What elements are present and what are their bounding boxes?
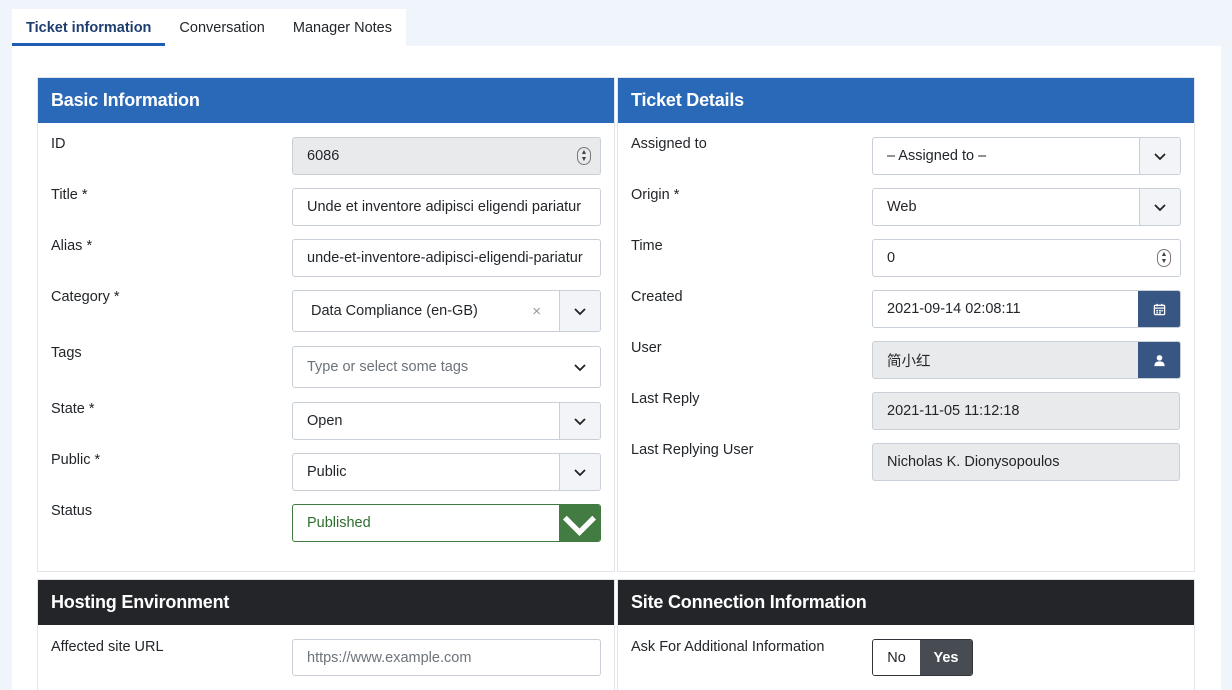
user-label: User: [631, 340, 662, 356]
tab-ticket-information[interactable]: Ticket information: [12, 9, 166, 46]
chevron-down-icon[interactable]: [559, 403, 600, 439]
id-field[interactable]: 6086 ▲ ▼: [292, 137, 601, 175]
site-connection-card: Site Connection Information Ask For Addi…: [617, 579, 1195, 690]
basic-information-header: Basic Information: [38, 78, 614, 123]
state-select[interactable]: Open: [292, 402, 601, 440]
category-label: Category *: [51, 289, 120, 305]
last-replying-user-value: Nicholas K. Dionysopoulos: [887, 454, 1060, 470]
site-url-placeholder: https://www.example.com: [307, 649, 472, 666]
tab-content: Basic Information ID 6086 ▲ ▼ Title * Und…: [12, 46, 1221, 690]
tab-conversation[interactable]: Conversation: [165, 9, 279, 46]
assigned-to-label: Assigned to: [631, 136, 707, 152]
tags-placeholder: Type or select some tags: [307, 359, 469, 375]
id-label: ID: [51, 136, 66, 152]
clear-icon[interactable]: ×: [532, 303, 541, 320]
ask-additional-info-label: Ask For Additional Information: [631, 639, 825, 655]
alias-label: Alias *: [51, 238, 93, 254]
ask-additional-info-toggle: No Yes: [872, 639, 973, 676]
ticket-details-card: Ticket Details Assigned to – Assigned to…: [617, 77, 1195, 572]
alias-field[interactable]: unde-et-inventore-adipisci-eligendi-pari…: [292, 239, 601, 277]
hosting-environment-card: Hosting Environment Affected site URL ht…: [37, 579, 615, 690]
spinner-icon[interactable]: ▲ ▼: [577, 147, 591, 165]
title-label: Title *: [51, 187, 88, 203]
user-field[interactable]: 简小红: [872, 341, 1181, 379]
public-label: Public *: [51, 452, 101, 468]
time-value: 0: [887, 250, 896, 266]
tab-manager-notes[interactable]: Manager Notes: [278, 9, 406, 46]
created-label: Created: [631, 289, 683, 305]
last-reply-value: 2021-11-05 11:12:18: [887, 403, 1020, 419]
public-value: Public: [307, 464, 347, 480]
created-value: 2021-09-14 02:08:11: [887, 301, 1021, 317]
title-value: Unde et inventore adipisci eligendi pari…: [307, 199, 582, 215]
no-option[interactable]: No: [873, 640, 920, 675]
category-value: Data Compliance (en-GB): [311, 303, 478, 319]
user-icon[interactable]: [1138, 342, 1180, 378]
spinner-icon[interactable]: ▲ ▼: [1157, 249, 1171, 267]
chevron-down-icon[interactable]: [559, 505, 600, 541]
assigned-to-select[interactable]: – Assigned to –: [872, 137, 1181, 175]
tags-label: Tags: [51, 345, 82, 361]
category-select[interactable]: Data Compliance (en-GB) ×: [292, 290, 601, 332]
yes-option[interactable]: Yes: [920, 640, 972, 675]
public-select[interactable]: Public: [292, 453, 601, 491]
title-field[interactable]: Unde et inventore adipisci eligendi pari…: [292, 188, 601, 226]
state-label: State *: [51, 401, 95, 417]
last-replying-user-field: Nicholas K. Dionysopoulos: [872, 443, 1180, 481]
origin-label: Origin *: [631, 187, 680, 203]
origin-value: Web: [887, 199, 917, 215]
hosting-environment-header: Hosting Environment: [38, 580, 614, 625]
assigned-to-value: – Assigned to –: [887, 148, 987, 164]
tags-select[interactable]: Type or select some tags: [292, 346, 601, 388]
chevron-down-icon[interactable]: [1139, 138, 1180, 174]
chevron-down-icon[interactable]: [559, 347, 600, 387]
last-reply-field: 2021-11-05 11:12:18: [872, 392, 1180, 430]
chevron-down-icon[interactable]: [559, 291, 600, 331]
last-reply-label: Last Reply: [631, 391, 700, 407]
tab-bar: Ticket information Conversation Manager …: [12, 9, 406, 46]
time-field[interactable]: 0 ▲ ▼: [872, 239, 1181, 277]
origin-select[interactable]: Web: [872, 188, 1181, 226]
chevron-down-icon[interactable]: [1139, 189, 1180, 225]
status-value: Published: [307, 515, 371, 531]
alias-value: unde-et-inventore-adipisci-eligendi-pari…: [307, 250, 583, 266]
chevron-down-icon[interactable]: [559, 454, 600, 490]
created-field[interactable]: 2021-09-14 02:08:11: [872, 290, 1181, 328]
status-select[interactable]: Published: [292, 504, 601, 542]
user-value: 简小红: [887, 353, 931, 370]
status-label: Status: [51, 503, 93, 519]
ticket-details-header: Ticket Details: [618, 78, 1194, 123]
time-label: Time: [631, 238, 663, 254]
state-value: Open: [307, 413, 343, 429]
id-value: 6086: [307, 148, 340, 164]
last-replying-user-label: Last Replying User: [631, 442, 754, 458]
site-url-label: Affected site URL: [51, 639, 164, 655]
site-connection-header: Site Connection Information: [618, 580, 1194, 625]
calendar-icon[interactable]: [1138, 291, 1180, 327]
basic-information-card: Basic Information ID 6086 ▲ ▼ Title * Und…: [37, 77, 615, 572]
site-url-input[interactable]: https://www.example.com: [292, 639, 601, 676]
